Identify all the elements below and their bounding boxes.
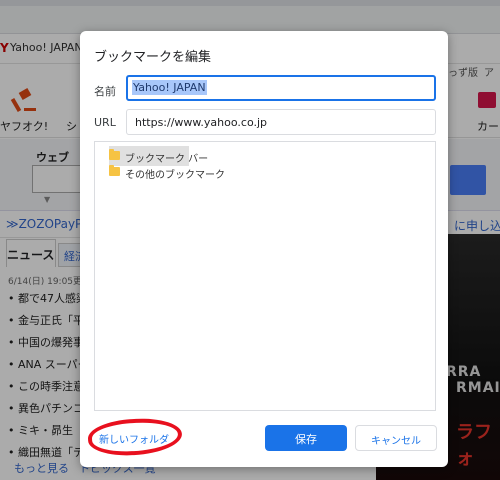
bookmark-url-field[interactable]: https://www.yahoo.co.jp	[126, 109, 436, 135]
folder-item-other-bookmarks[interactable]: その他のブックマーク	[109, 162, 229, 182]
cancel-button[interactable]: キャンセル	[355, 425, 437, 451]
bookmark-name-field[interactable]: Yahoo! JAPAN	[126, 75, 436, 101]
name-label: 名前	[94, 85, 116, 98]
edit-bookmark-dialog: ブックマークを編集 名前 Yahoo! JAPAN URL https://ww…	[80, 31, 448, 467]
url-label: URL	[94, 116, 116, 129]
save-button[interactable]: 保存	[265, 425, 347, 451]
dialog-title: ブックマークを編集	[94, 50, 212, 65]
folder-tree[interactable]: ブックマーク バー その他のブックマーク	[94, 141, 436, 411]
folder-icon	[109, 165, 120, 176]
folder-icon	[109, 149, 120, 160]
bookmark-name-value: Yahoo! JAPAN	[132, 80, 207, 95]
highlight-circle-annotation	[87, 416, 183, 458]
folder-label: その他のブックマーク	[125, 170, 225, 181]
